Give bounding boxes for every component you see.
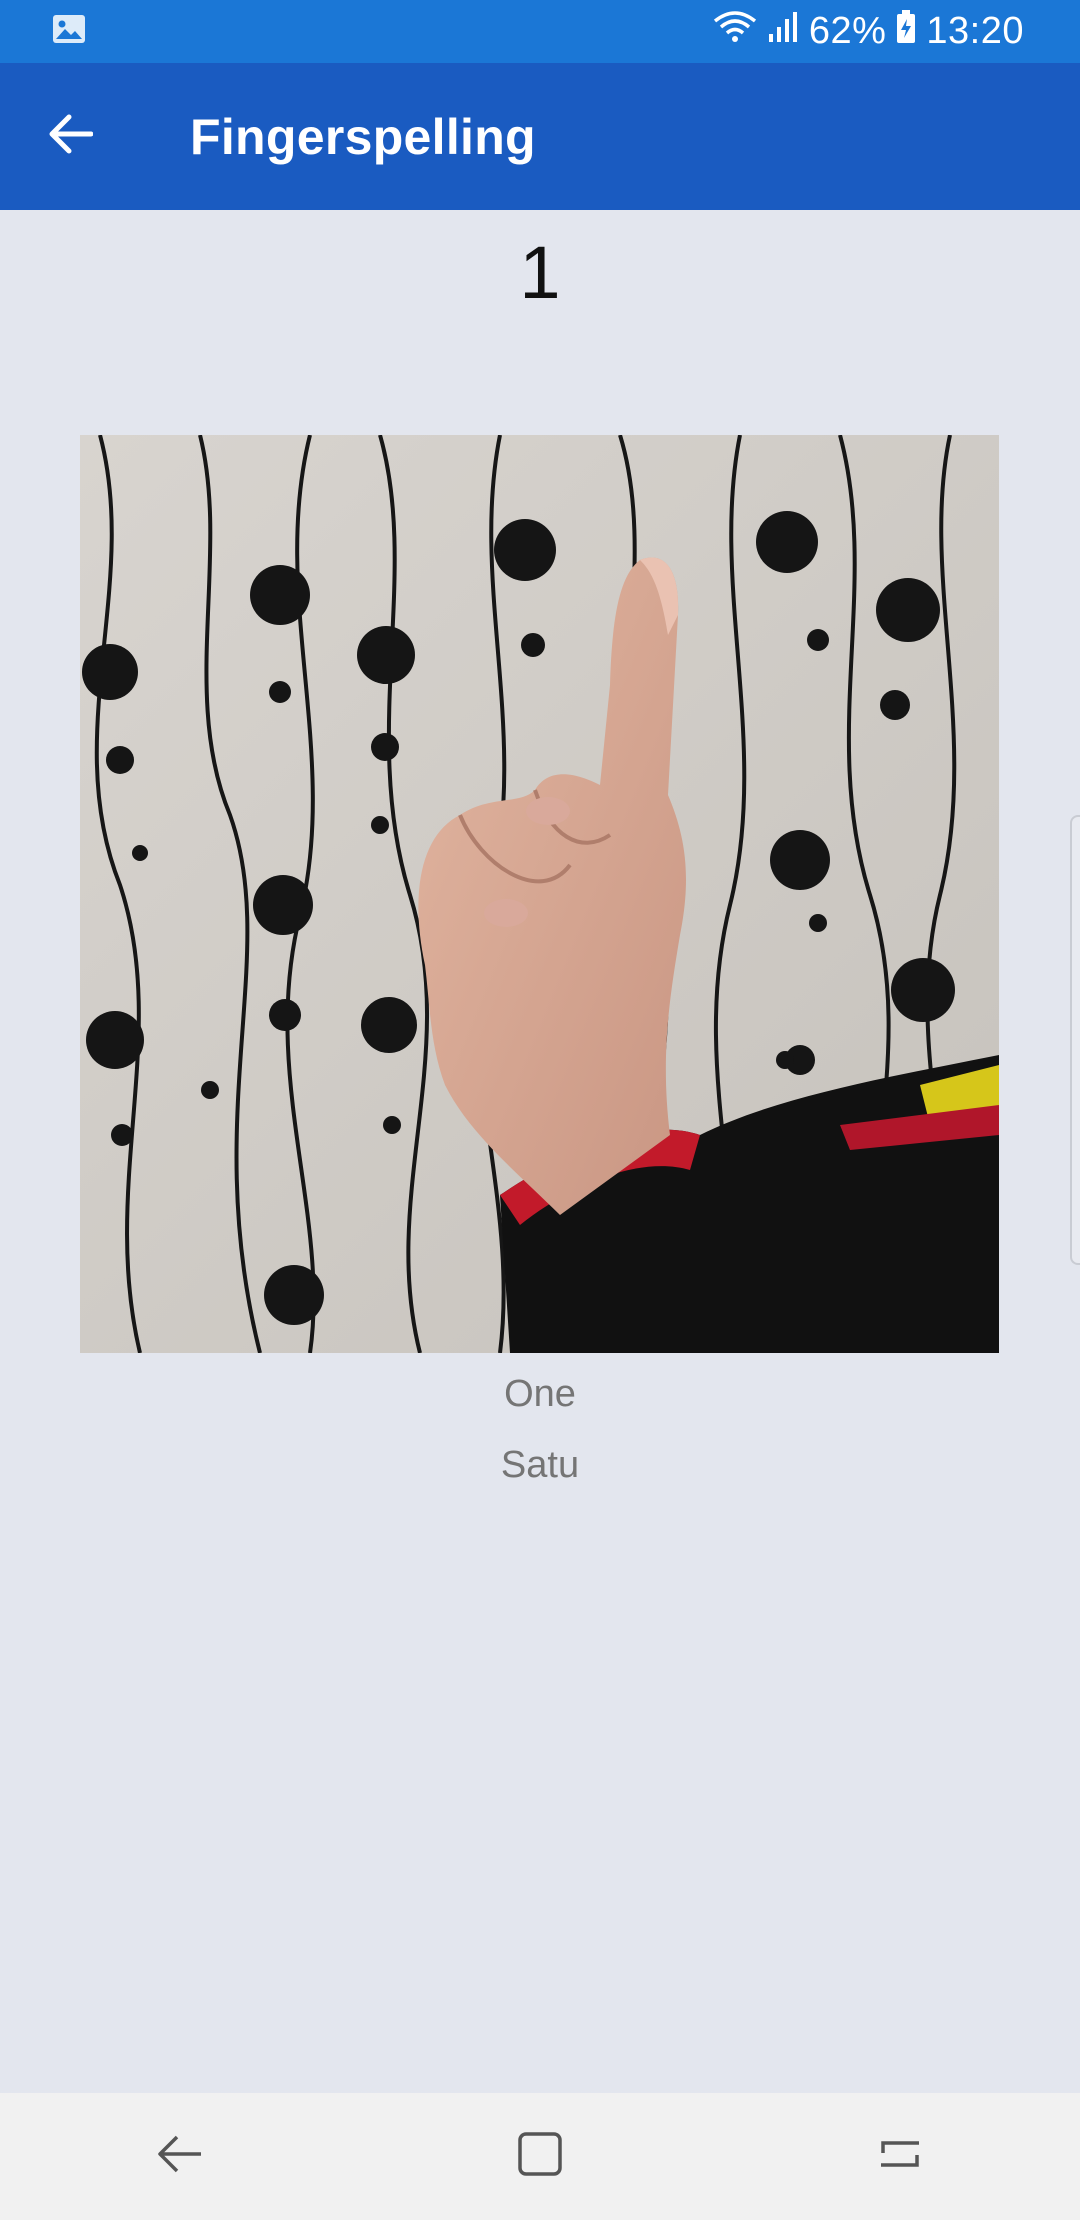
clock: 13:20 — [926, 10, 1024, 52]
page-title: Fingerspelling — [190, 108, 536, 165]
nav-recents-button[interactable] — [855, 2112, 945, 2202]
back-button[interactable] — [30, 97, 110, 177]
caption-malay: Satu — [500, 1444, 580, 1486]
nav-home-button[interactable] — [495, 2112, 585, 2202]
sign-image — [80, 435, 999, 1353]
status-indicators: 62% 13:20 — [713, 9, 1024, 55]
nav-home-icon — [517, 2131, 563, 2182]
nav-recents-icon — [877, 2131, 923, 2182]
battery-icon — [896, 9, 916, 54]
nav-back-button[interactable] — [135, 2112, 225, 2202]
image-icon — [52, 14, 86, 49]
battery-percent: 62% — [808, 10, 887, 52]
arrow-left-icon — [47, 114, 94, 159]
sign-number: 1 — [519, 231, 561, 314]
main-content: 1 One Satu — [0, 210, 1080, 2093]
nav-back-icon — [157, 2131, 203, 2182]
app-bar: Fingerspelling — [0, 63, 1080, 210]
wifi-icon — [713, 9, 757, 55]
caption-english: One — [504, 1373, 576, 1415]
edge-panel-handle[interactable] — [1070, 815, 1080, 1265]
signal-icon — [767, 10, 799, 54]
navigation-bar — [0, 2093, 1080, 2220]
status-bar: 62% 13:20 — [0, 0, 1080, 63]
